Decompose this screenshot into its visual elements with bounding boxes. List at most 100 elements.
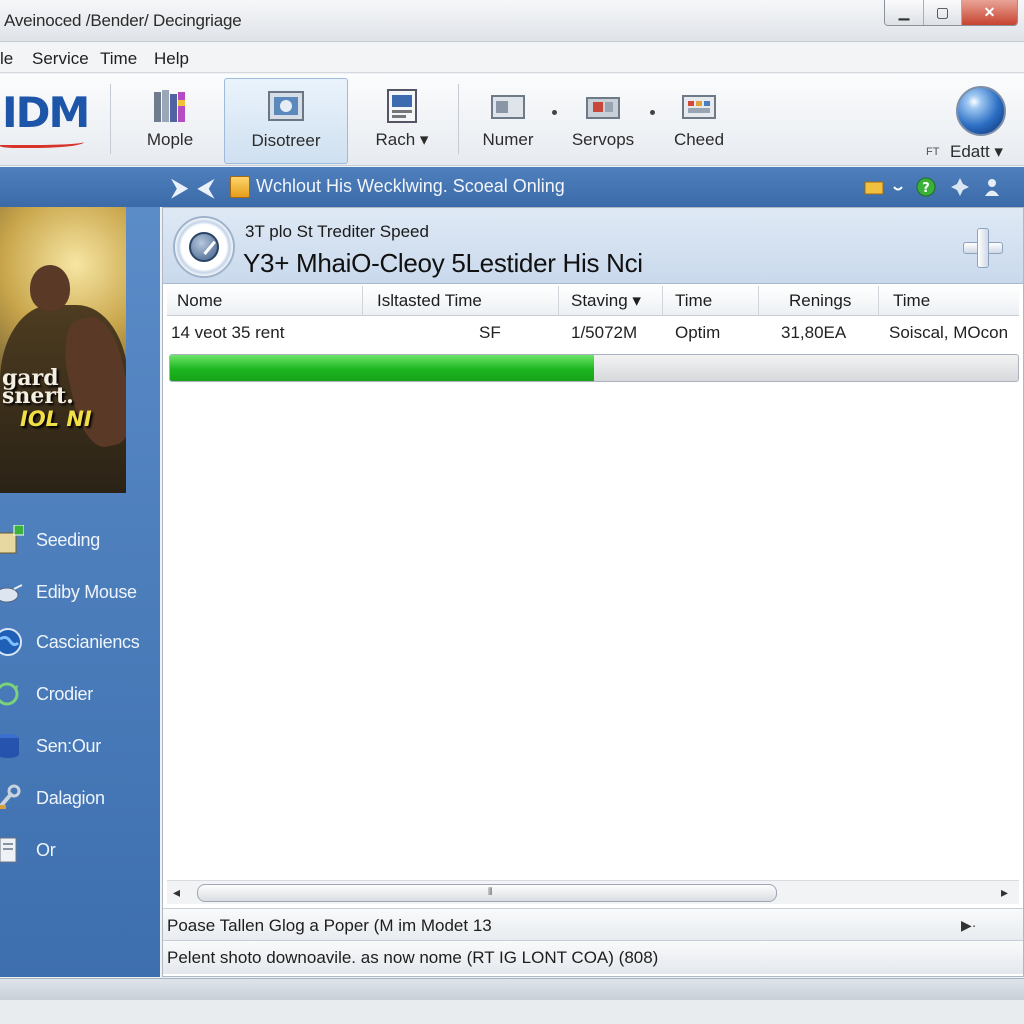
column-header-time-2[interactable]: Time xyxy=(879,286,1019,316)
toolbar-button-label: Rach ▾ xyxy=(375,130,429,149)
download-panel: 3T plo St Trediter Speed Y3+ MhaiO-Cleoy… xyxy=(162,207,1024,977)
download-title: Y3+ MhaiO-Cleoy 5Lestider His Nci xyxy=(243,248,643,278)
toolbar-button-label: Numer xyxy=(482,130,534,149)
sidebar-item-cascianiencs[interactable]: Cascianiencs xyxy=(0,623,160,663)
title-bar: Aveinoced /Bender/ Decingriage ▁ ▢ ✕ xyxy=(0,0,1024,42)
gauge-dial xyxy=(189,232,219,262)
sidebar-item-label: Seeding xyxy=(36,530,100,550)
menu-time[interactable]: Time xyxy=(100,49,137,69)
status-line: Poase Tallen Glog a Poper (M im Modet 13… xyxy=(163,908,1023,940)
poster-subtitle: IOL NI xyxy=(20,407,92,431)
menu-service[interactable]: Service xyxy=(32,49,89,69)
globe-icon[interactable] xyxy=(956,86,1006,136)
sidebar-item-crodier[interactable]: Crodier xyxy=(0,675,160,715)
document-icon xyxy=(382,86,422,123)
books-icon xyxy=(150,86,190,122)
folder-small-icon[interactable] xyxy=(864,177,884,197)
scrollbar-thumb[interactable]: ⦀ xyxy=(197,884,777,902)
app-logo: IDM xyxy=(0,88,92,148)
app-window: Aveinoced /Bender/ Decingriage ▁ ▢ ✕ le … xyxy=(0,0,1024,1000)
table-header: Nome Isltasted Time Staving ▾ Time Renin… xyxy=(167,286,1019,316)
edit-dropdown[interactable]: Edatt ▾ xyxy=(950,142,1003,162)
column-header-renings[interactable]: Renings xyxy=(759,286,879,316)
smile-icon xyxy=(893,186,903,191)
column-header-staving[interactable]: Staving ▾ xyxy=(559,286,663,316)
download-header: 3T plo St Trediter Speed Y3+ MhaiO-Cleoy… xyxy=(163,208,1023,284)
close-button[interactable]: ✕ xyxy=(961,0,1017,25)
cell-time: Optim xyxy=(675,323,721,342)
table-row[interactable]: 14 veot 35 rent SF 1/5072M Optim 31,80EA… xyxy=(167,318,1019,352)
maximize-button[interactable]: ▢ xyxy=(923,0,961,25)
download-subtitle: 3T plo St Trediter Speed xyxy=(245,222,429,241)
plus-icon-bar xyxy=(977,228,989,268)
window-bottom-edge xyxy=(0,978,1024,1000)
help-icon[interactable]: ? xyxy=(916,177,936,197)
back-arrow-icon[interactable]: ⮜ xyxy=(198,175,214,201)
settings-icon[interactable] xyxy=(950,177,970,197)
scroll-right-arrow-icon[interactable]: ▸ xyxy=(1001,884,1008,901)
download-progress-bar xyxy=(169,354,1019,382)
page-icon xyxy=(0,837,17,863)
address-bar: ⮞ ⮜ Wchlout His Wecklwing. Scoeal Onling… xyxy=(0,167,1024,207)
toolbar-button-servops[interactable]: Servops xyxy=(568,78,638,164)
queue-icon xyxy=(488,92,528,122)
cover-image: gard snert. IOL NI xyxy=(0,207,126,493)
toolbar-button-numer[interactable]: Numer xyxy=(476,78,540,164)
sidebar-item-or[interactable]: Or xyxy=(0,831,160,871)
sidebar-item-label: Or xyxy=(36,840,56,860)
window-title: Aveinoced /Bender/ Decingriage xyxy=(4,11,242,30)
user-icon[interactable] xyxy=(982,177,1002,197)
database-icon xyxy=(0,734,19,758)
cycle-icon xyxy=(0,682,19,706)
address-path[interactable]: Wchlout His Wecklwing. Scoeal Onling xyxy=(256,176,565,197)
seeding-icon xyxy=(0,525,24,554)
minimize-button[interactable]: ▁ xyxy=(885,0,923,25)
folder-icon xyxy=(230,176,250,198)
menu-file[interactable]: le xyxy=(0,49,13,69)
toolbar-dot xyxy=(552,110,557,115)
menu-help[interactable]: Help xyxy=(154,49,189,69)
grid-icon xyxy=(679,92,719,122)
tools-icon xyxy=(0,784,21,809)
sidebar-item-dalagion[interactable]: Dalagion xyxy=(0,779,160,819)
toolbar-button-cheed[interactable]: Cheed xyxy=(668,78,730,164)
status-text: Poase Tallen Glog a Poper (M im Modet 13 xyxy=(167,916,492,935)
sidebar-item-seeding[interactable]: Seeding xyxy=(0,521,160,561)
toolbar-button-disotreer[interactable]: Disotreer xyxy=(224,78,348,164)
scroll-left-arrow-icon[interactable]: ◂ xyxy=(173,884,180,901)
scrollbar-grip-icon: ⦀ xyxy=(488,887,493,898)
cell-renings: 31,80EA xyxy=(781,323,847,342)
sidebar-item-label: Crodier xyxy=(36,684,93,704)
toolbox-icon xyxy=(583,92,623,122)
add-download-button[interactable] xyxy=(963,228,1003,268)
status-line: Pelent shoto downoavile. as now nome (RT… xyxy=(163,940,1023,974)
cell-started-time: SF xyxy=(479,323,501,342)
toolbar-separator xyxy=(110,84,111,154)
toolbar-dot xyxy=(650,110,655,115)
toolbar: IDM Mople Disotreer Rach ▾ Numer Servops… xyxy=(0,74,1024,166)
cell-name: 14 veot 35 rent xyxy=(171,323,285,342)
toolbar-button-label: Disotreer xyxy=(251,131,321,150)
column-header-started-time[interactable]: Isltasted Time xyxy=(363,286,559,316)
column-header-name[interactable]: Nome xyxy=(167,286,363,316)
sidebar-item-label: Dalagion xyxy=(36,788,105,808)
poster-title: gard snert. xyxy=(2,365,74,409)
globe-icon xyxy=(0,628,22,656)
play-icon[interactable]: ▶· xyxy=(961,917,976,934)
sidebar-item-sen-our[interactable]: Sen:Our xyxy=(0,727,160,767)
cell-time-2: Soiscal, MOcon xyxy=(889,323,1009,342)
status-text: Pelent shoto downoavile. as now nome (RT… xyxy=(167,948,659,967)
sidebar: gard snert. IOL NI Seeding Ediby Mouse C… xyxy=(0,207,160,977)
forward-arrow-icon[interactable]: ⮞ xyxy=(172,175,188,201)
menu-bar: le Service Time Help xyxy=(0,43,1024,73)
sidebar-item-label: Cascianiencs xyxy=(36,632,140,652)
speed-gauge-icon xyxy=(173,216,235,278)
toolbar-button-rach[interactable]: Rach ▾ xyxy=(370,78,434,164)
sidebar-item-ediby-mouse[interactable]: Ediby Mouse xyxy=(0,573,160,613)
picture-icon xyxy=(266,87,306,123)
horizontal-scrollbar[interactable]: ◂ ⦀ ▸ xyxy=(167,880,1019,904)
toolbar-button-mople[interactable]: Mople xyxy=(132,78,208,164)
logo-swoosh xyxy=(0,138,84,148)
poster-figure-head xyxy=(30,265,70,311)
column-header-time[interactable]: Time xyxy=(663,286,759,316)
